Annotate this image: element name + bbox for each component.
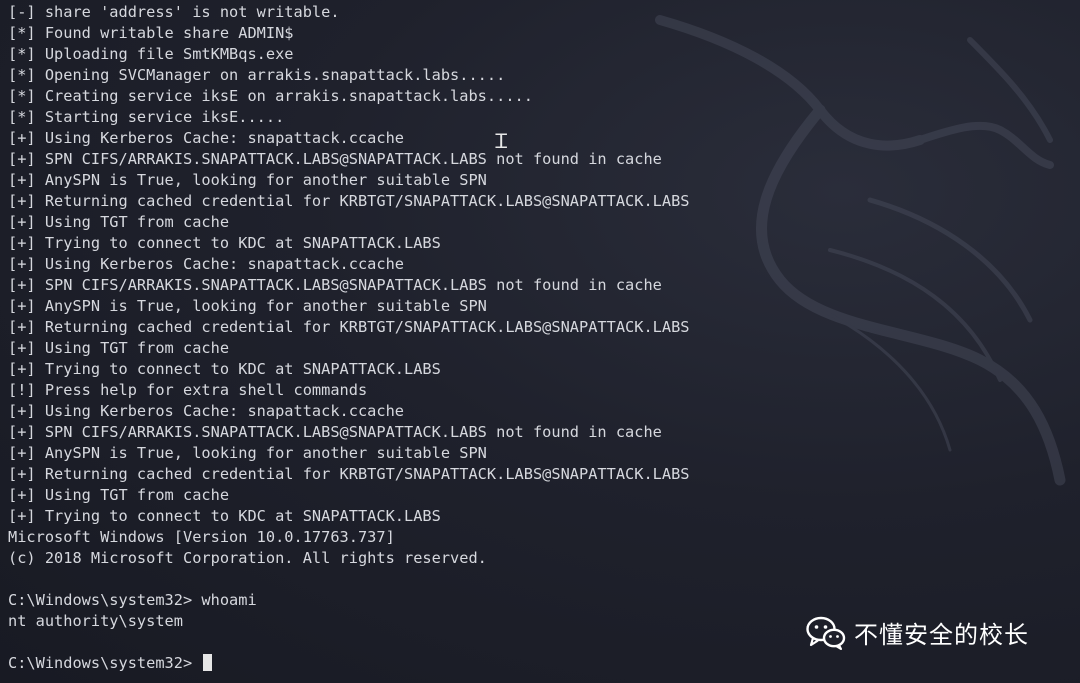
output-line: [+] AnySPN is True, looking for another … — [8, 297, 487, 315]
current-prompt-line[interactable]: C:\Windows\system32> — [8, 653, 1072, 674]
output-line: (c) 2018 Microsoft Corporation. All righ… — [8, 549, 487, 567]
output-line: [+] SPN CIFS/ARRAKIS.SNAPATTACK.LABS@SNA… — [8, 423, 662, 441]
i-beam-cursor-icon: Ꮖ — [495, 129, 509, 153]
output-line: [+] Using Kerberos Cache: snapattack.cca… — [8, 129, 405, 147]
output-line: [+] Trying to connect to KDC at SNAPATTA… — [8, 234, 441, 252]
output-line: [*] Uploading file SmtKMBqs.exe — [8, 45, 294, 63]
output-line: [*] Found writable share ADMIN$ — [8, 24, 294, 42]
output-line: [+] AnySPN is True, looking for another … — [8, 171, 487, 189]
output-line: [+] Trying to connect to KDC at SNAPATTA… — [8, 507, 441, 525]
command-prompt-line: C:\Windows\system32> whoami — [8, 591, 257, 609]
output-line: [+] Returning cached credential for KRBT… — [8, 192, 690, 210]
wechat-icon — [806, 616, 846, 650]
output-line: [+] SPN CIFS/ARRAKIS.SNAPATTACK.LABS@SNA… — [8, 276, 662, 294]
output-line: Microsoft Windows [Version 10.0.17763.73… — [8, 528, 395, 546]
output-line: [+] Trying to connect to KDC at SNAPATTA… — [8, 360, 441, 378]
output-line: [+] Using TGT from cache — [8, 486, 230, 504]
output-line: [+] Using Kerberos Cache: snapattack.cca… — [8, 255, 405, 273]
output-line: [+] Returning cached credential for KRBT… — [8, 318, 690, 336]
watermark-text: 不懂安全的校长 — [854, 621, 1029, 649]
output-line: [!] Press help for extra shell commands — [8, 381, 368, 399]
output-line: [*] Creating service iksE on arrakis.sna… — [8, 87, 533, 105]
output-line: [+] Using TGT from cache — [8, 339, 230, 357]
text-cursor — [203, 654, 213, 671]
terminal-output: [-] share 'address' is not writable. [*] … — [8, 2, 1072, 674]
output-line: [+] AnySPN is True, looking for another … — [8, 444, 487, 462]
output-line: [*] Starting service iksE..... — [8, 108, 285, 126]
prompt-text: C:\Windows\system32> — [8, 654, 202, 672]
output-line: [+] Using TGT from cache — [8, 213, 230, 231]
output-line: [*] Opening SVCManager on arrakis.snapat… — [8, 66, 506, 84]
output-line: [+] SPN CIFS/ARRAKIS.SNAPATTACK.LABS@SNA… — [8, 150, 662, 168]
terminal-window[interactable]: [-] share 'address' is not writable. [*] … — [0, 0, 1080, 683]
output-line: [+] Using Kerberos Cache: snapattack.cca… — [8, 402, 405, 420]
output-line: [-] share 'address' is not writable. — [8, 3, 340, 21]
watermark: 不懂安全的校长 — [806, 615, 1029, 650]
output-line: [+] Returning cached credential for KRBT… — [8, 465, 690, 483]
